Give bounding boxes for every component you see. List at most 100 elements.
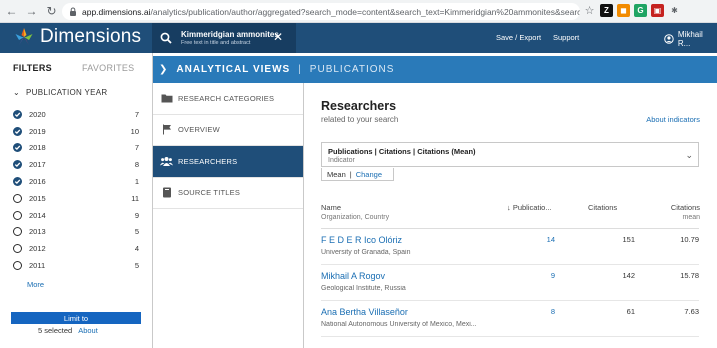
book-icon: [160, 187, 173, 199]
divider: |: [349, 169, 352, 179]
year-label: 2011: [29, 261, 46, 271]
nav-item-label: OVERVIEW: [178, 125, 220, 135]
year-filter-item[interactable]: 2017 8: [0, 156, 152, 173]
year-label: 2016: [29, 177, 46, 187]
more-link[interactable]: More: [27, 280, 152, 289]
selected-count: 5 selected: [38, 326, 73, 335]
researcher-name-link[interactable]: F E D E R Ico Olóriz: [321, 235, 402, 245]
page-subtitle: related to your search: [321, 115, 399, 124]
dimensions-logo[interactable]: Dimensions: [13, 26, 141, 48]
nav-item-overview[interactable]: OVERVIEW: [153, 115, 303, 146]
analytical-views-title[interactable]: ANALYTICAL VIEWS: [176, 64, 290, 75]
indicator-select[interactable]: Publications | Citations | Citations (Me…: [321, 142, 699, 167]
ext-red-icon[interactable]: ▣: [651, 4, 664, 17]
extensions-bar: ☆ Z ◼ G ▣ ✱: [583, 4, 681, 17]
url-host: app.dimensions.ai: [82, 6, 151, 17]
citations-count: 142: [622, 271, 635, 280]
citations-mean: 7.63: [684, 307, 699, 316]
year-count: 10: [130, 126, 139, 136]
about-link[interactable]: About: [78, 326, 98, 335]
column-mean-label: mean: [682, 214, 700, 221]
year-count: 11: [131, 193, 139, 203]
citations-mean: 15.78: [680, 271, 699, 280]
researcher-name-link[interactable]: Mikhail A Rogov: [321, 271, 385, 281]
year-filter-item[interactable]: 2015 11: [0, 190, 152, 207]
year-count: 7: [134, 143, 139, 153]
app-header: Dimensions Kimmeridgian ammonites Free t…: [0, 23, 717, 53]
researcher-organization: University of Granada, Spain: [321, 249, 411, 256]
save-export-button[interactable]: Save / Export: [496, 33, 541, 42]
unchecked-checkbox-icon[interactable]: [13, 227, 22, 237]
checked-checkbox-icon[interactable]: [13, 177, 22, 187]
reload-icon[interactable]: ↻: [43, 3, 60, 20]
unchecked-checkbox-icon[interactable]: [13, 244, 22, 254]
unchecked-checkbox-icon[interactable]: [13, 210, 22, 220]
chevron-right-icon[interactable]: ❯: [159, 64, 168, 75]
ext-orange-icon[interactable]: ◼: [617, 4, 630, 17]
column-citations[interactable]: Citations: [588, 203, 617, 212]
ext-green-icon[interactable]: G: [634, 4, 647, 17]
checked-checkbox-icon[interactable]: [13, 143, 22, 153]
nav-item-label: RESEARCH CATEGORIES: [178, 93, 275, 103]
year-filter-item[interactable]: 2011 5: [0, 257, 152, 274]
publications-count-link[interactable]: 9: [539, 271, 555, 280]
change-link[interactable]: Change: [356, 170, 382, 179]
user-name: Mikhail R...: [677, 30, 703, 48]
researcher-organization: Geological Institute, Russia: [321, 285, 406, 292]
forward-icon[interactable]: →: [23, 3, 40, 20]
checked-checkbox-icon[interactable]: [13, 126, 22, 136]
checked-checkbox-icon[interactable]: [13, 109, 22, 119]
query-text: Kimmeridgian ammonites: [181, 30, 279, 39]
user-menu[interactable]: Mikhail R...: [664, 30, 717, 48]
people-icon: [160, 155, 173, 167]
publications-count-link[interactable]: 8: [539, 307, 555, 316]
year-filter-item[interactable]: 2020 7: [0, 106, 152, 123]
support-link[interactable]: Support: [553, 33, 579, 42]
nav-item-researchers[interactable]: RESEARCHERS: [153, 146, 303, 178]
researcher-name-link[interactable]: Ana Bertha Villaseñor: [321, 307, 408, 317]
year-filter-item[interactable]: 2014 9: [0, 207, 152, 224]
address-bar[interactable]: app.dimensions.ai/analytics/publication/…: [62, 3, 580, 20]
year-filter-item[interactable]: 2019 10: [0, 123, 152, 140]
table-row: Ana Bertha Villaseñor National Autonomous…: [321, 301, 699, 337]
tab-favorites[interactable]: FAVORITES: [82, 63, 135, 73]
ext-z-icon[interactable]: Z: [600, 4, 613, 17]
column-name[interactable]: Name: [321, 203, 341, 212]
publications-count-link[interactable]: 14: [539, 235, 555, 244]
nav-item-label: SOURCE TITLES: [178, 188, 241, 198]
about-indicators-link[interactable]: About indicators: [646, 115, 700, 124]
year-filter-item[interactable]: 2013 5: [0, 224, 152, 241]
unchecked-checkbox-icon[interactable]: [13, 193, 22, 203]
checked-checkbox-icon[interactable]: [13, 160, 22, 170]
search-query-chip[interactable]: Kimmeridgian ammonites Free text in titl…: [152, 23, 296, 53]
publication-year-title: PUBLICATION YEAR: [26, 88, 108, 97]
year-count: 5: [134, 261, 139, 271]
mean-selector: Mean | Change: [321, 168, 394, 181]
citations-mean: 10.79: [680, 235, 699, 244]
back-icon[interactable]: ←: [3, 3, 20, 20]
star-icon[interactable]: ☆: [583, 4, 596, 17]
search-icon[interactable]: [160, 32, 172, 44]
year-filter-item[interactable]: 2012 4: [0, 240, 152, 257]
nav-item-source-titles[interactable]: SOURCE TITLES: [153, 178, 303, 209]
column-citations-mean[interactable]: Citations: [671, 203, 700, 212]
browser-toolbar: ← → ↻ app.dimensions.ai/analytics/public…: [0, 0, 717, 23]
nav-item-research-categories[interactable]: RESEARCH CATEGORIES: [153, 83, 303, 115]
year-label: 2020: [29, 109, 46, 119]
unchecked-checkbox-icon[interactable]: [13, 261, 22, 271]
folder-icon: [160, 92, 173, 104]
limit-to-button[interactable]: Limit to: [11, 312, 141, 324]
citations-count: 151: [622, 235, 635, 244]
tab-filters[interactable]: FILTERS: [13, 63, 52, 73]
query-scope: Free text in title and abstract: [181, 40, 251, 46]
views-nav: RESEARCH CATEGORIES OVERVIEW RESEARCHERS SO…: [153, 83, 304, 348]
year-filter-item[interactable]: 2018 7: [0, 140, 152, 157]
publication-year-toggle[interactable]: ⌄ PUBLICATION YEAR: [13, 86, 152, 99]
puzzle-icon[interactable]: ✱: [668, 4, 681, 17]
table-row: Mikhail A Rogov Geological Institute, Rus…: [321, 265, 699, 301]
year-filter-item[interactable]: 2016 1: [0, 173, 152, 190]
column-publications[interactable]: ↓ Publicatio...: [507, 203, 552, 212]
year-label: 2015: [29, 193, 46, 203]
close-icon[interactable]: ✕: [273, 30, 283, 44]
lock-icon: [69, 7, 77, 17]
